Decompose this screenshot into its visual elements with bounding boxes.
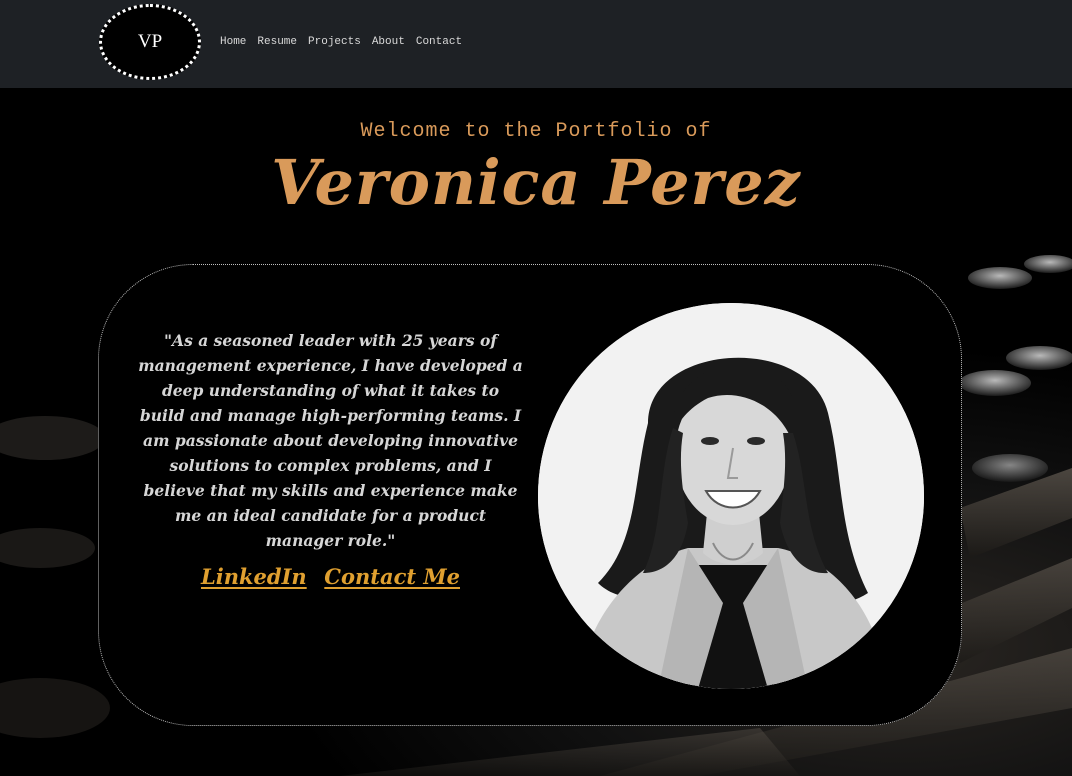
nav-link-contact[interactable]: Contact	[416, 35, 462, 49]
intro-quote: "As a seasoned leader with 25 years of m…	[138, 331, 523, 550]
name-heading: Veronica Perez	[271, 146, 801, 219]
profile-links: LinkedIn Contact Me	[138, 564, 523, 589]
logo-home-link[interactable]: VP	[99, 4, 201, 80]
linkedin-link[interactable]: LinkedIn	[201, 564, 307, 589]
profile-portrait	[538, 303, 924, 689]
primary-nav: Home Resume Projects About Contact	[220, 35, 462, 49]
nav-link-home[interactable]: Home	[220, 35, 246, 49]
nav-link-resume[interactable]: Resume	[257, 35, 297, 49]
navbar: VP Home Resume Projects About Contact	[0, 0, 1072, 88]
logo-text: VP	[137, 31, 163, 52]
contact-me-link[interactable]: Contact Me	[324, 564, 460, 589]
nav-link-about[interactable]: About	[372, 35, 405, 49]
welcome-heading: Welcome to the Portfolio of	[360, 120, 712, 143]
nav-link-projects[interactable]: Projects	[308, 35, 361, 49]
